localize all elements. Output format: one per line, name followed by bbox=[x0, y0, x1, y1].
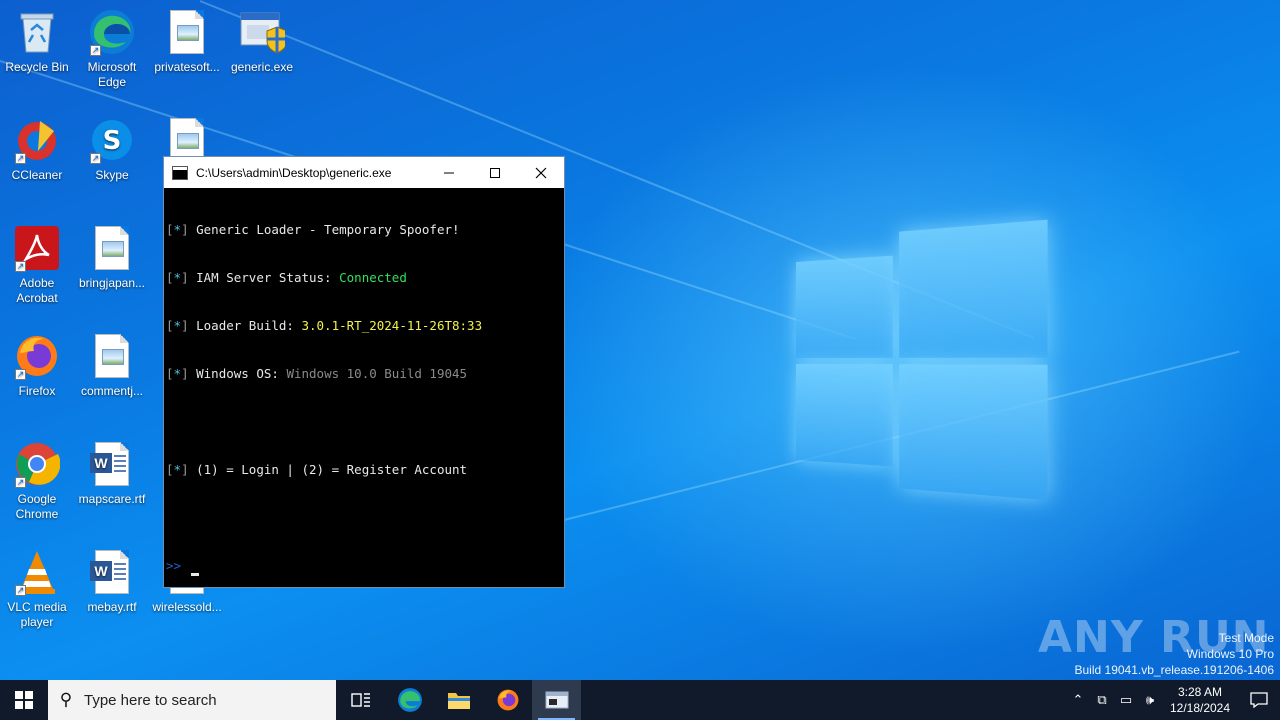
windows-os-value: Windows 10.0 Build 19045 bbox=[286, 366, 468, 381]
desktop-icon-label: VLC media player bbox=[7, 600, 67, 629]
word-doc-icon: W bbox=[88, 548, 136, 596]
close-icon bbox=[535, 167, 547, 178]
desktop-icon-label: Firefox bbox=[18, 384, 56, 398]
desktop-icon-acrobat[interactable]: ↗ Adobe Acrobat bbox=[0, 224, 75, 306]
taskbar-edge-button[interactable] bbox=[385, 680, 434, 720]
console-app-icon bbox=[172, 165, 188, 180]
desktop-icon-mebay[interactable]: W mebay.rtf bbox=[74, 548, 150, 615]
taskbar: ⚲ Type here to search ⌃ ⧉ ▭ 🕪 3:28 AM 12… bbox=[0, 680, 1280, 720]
task-view-button[interactable] bbox=[336, 680, 385, 720]
taskbar-console-button[interactable] bbox=[532, 680, 581, 720]
desktop-icon-label: Adobe Acrobat bbox=[16, 276, 58, 305]
folder-icon bbox=[447, 693, 470, 709]
chrome-icon: ↗ bbox=[13, 440, 61, 488]
desktop-icon-bringjapan[interactable]: bringjapan... bbox=[74, 224, 150, 291]
exe-file-icon bbox=[238, 8, 286, 56]
desktop-icon-chrome[interactable]: ↗ Google Chrome bbox=[0, 440, 75, 522]
acrobat-icon: ↗ bbox=[13, 224, 61, 272]
minimize-icon bbox=[444, 172, 454, 173]
console-output[interactable]: [*] Generic Loader - Temporary Spoofer! … bbox=[164, 188, 564, 606]
device-icon[interactable]: ⧉ bbox=[1090, 692, 1114, 708]
taskbar-clock[interactable]: 3:28 AM 12/18/2024 bbox=[1162, 684, 1238, 716]
taskbar-firefox-button[interactable] bbox=[483, 680, 532, 720]
desktop-icon-ccleaner[interactable]: ↗ CCleaner bbox=[0, 116, 75, 183]
desktop-icon-label: privatesoft... bbox=[154, 60, 220, 74]
desktop-icon-privatesoft[interactable]: privatesoft... bbox=[149, 8, 225, 75]
console-prompt: >> bbox=[166, 558, 182, 573]
taskbar-file-explorer-button[interactable] bbox=[434, 680, 483, 720]
search-placeholder: Type here to search bbox=[84, 691, 217, 709]
desktop-icon-generic-exe[interactable]: generic.exe bbox=[224, 8, 300, 75]
console-line: [*] IAM Server Status: Connected bbox=[166, 270, 407, 285]
svg-text:S: S bbox=[103, 126, 122, 156]
image-file-icon bbox=[163, 8, 211, 56]
notification-icon bbox=[1250, 692, 1268, 708]
text-cursor bbox=[191, 573, 200, 576]
clock-time: 3:28 AM bbox=[1177, 685, 1223, 699]
watermark-build: Build 19041.vb_release.191206-1406 bbox=[1074, 663, 1275, 677]
desktop-icon-firefox[interactable]: ↗ Firefox bbox=[0, 332, 75, 399]
desktop-icon-label: mapscare.rtf bbox=[78, 492, 146, 506]
desktop-icon-recycle-bin[interactable]: Recycle Bin bbox=[0, 8, 75, 75]
word-doc-icon: W bbox=[88, 440, 136, 488]
windows-logo-art bbox=[796, 219, 1048, 501]
recycle-bin-icon bbox=[13, 8, 61, 56]
watermark-edition: Windows 10 Pro bbox=[1186, 647, 1274, 661]
desktop-icon-label: Google Chrome bbox=[15, 492, 59, 521]
desktop-icon-label: Recycle Bin bbox=[5, 60, 69, 74]
volume-icon[interactable]: 🕪 bbox=[1138, 692, 1162, 708]
search-icon: ⚲ bbox=[59, 690, 73, 709]
console-title: C:\Users\admin\Desktop\generic.exe bbox=[196, 165, 392, 180]
system-tray: ⌃ ⧉ ▭ 🕪 3:28 AM 12/18/2024 bbox=[1066, 680, 1280, 720]
image-file-icon bbox=[88, 224, 136, 272]
network-icon[interactable]: ▭ bbox=[1114, 692, 1138, 708]
desktop-icon-label: Skype bbox=[95, 168, 129, 182]
desktop-icon-skype[interactable]: S ↗ Skype bbox=[74, 116, 150, 183]
desktop-icon-label: Microsoft Edge bbox=[87, 60, 137, 89]
console-line: [*] Generic Loader - Temporary Spoofer! bbox=[166, 222, 460, 237]
desktop-icon-commentj[interactable]: commentj... bbox=[74, 332, 150, 399]
image-file-icon bbox=[88, 332, 136, 380]
firefox-icon: ↗ bbox=[13, 332, 61, 380]
console-titlebar[interactable]: C:\Users\admin\Desktop\generic.exe bbox=[164, 157, 564, 188]
desktop-icon-edge[interactable]: ↗ Microsoft Edge bbox=[74, 8, 150, 90]
edge-icon: ↗ bbox=[88, 8, 136, 56]
console-app-icon bbox=[545, 691, 568, 709]
console-line: [*] (1) = Login | (2) = Register Account bbox=[166, 462, 468, 477]
desktop-icon-label: mebay.rtf bbox=[87, 600, 137, 614]
desktop-icon-label: commentj... bbox=[80, 384, 143, 398]
edge-icon bbox=[397, 688, 422, 712]
firefox-icon bbox=[497, 689, 518, 711]
taskbar-search-box[interactable]: ⚲ Type here to search bbox=[48, 680, 336, 720]
action-center-button[interactable] bbox=[1238, 692, 1280, 708]
chevron-up-icon[interactable]: ⌃ bbox=[1066, 692, 1090, 708]
desktop-icon-label: bringjapan... bbox=[78, 276, 146, 290]
watermark-test-mode: Test Mode bbox=[1218, 631, 1274, 645]
desktop-icon-label: CCleaner bbox=[11, 168, 63, 182]
windows-start-icon bbox=[15, 691, 33, 709]
skype-icon: S ↗ bbox=[88, 116, 136, 164]
loader-build-value: 3.0.1-RT_2024-11-26T8:33 bbox=[301, 318, 483, 333]
maximize-icon bbox=[490, 167, 500, 178]
console-window[interactable]: C:\Users\admin\Desktop\generic.exe [*] G… bbox=[163, 156, 565, 588]
desktop-icon-label: generic.exe bbox=[230, 60, 294, 74]
vlc-icon: ↗ bbox=[13, 548, 61, 596]
server-status-value: Connected bbox=[339, 270, 407, 285]
desktop-icon-vlc[interactable]: ↗ VLC media player bbox=[0, 548, 75, 630]
os-watermark: Test Mode Windows 10 Pro Build 19041.vb_… bbox=[1075, 630, 1275, 678]
console-prompt-line[interactable]: >> bbox=[166, 558, 564, 576]
clock-date: 12/18/2024 bbox=[1169, 701, 1231, 715]
desktop-icon-mapscare[interactable]: W mapscare.rtf bbox=[74, 440, 150, 507]
maximize-button[interactable] bbox=[472, 157, 518, 188]
task-view-icon bbox=[350, 693, 370, 707]
start-button[interactable] bbox=[0, 680, 48, 720]
console-line: [*] Loader Build: 3.0.1-RT_2024-11-26T8:… bbox=[166, 318, 483, 333]
minimize-button[interactable] bbox=[426, 157, 472, 188]
close-button[interactable] bbox=[518, 157, 564, 188]
console-line: [*] Windows OS: Windows 10.0 Build 19045 bbox=[166, 366, 468, 381]
ccleaner-icon: ↗ bbox=[13, 116, 61, 164]
